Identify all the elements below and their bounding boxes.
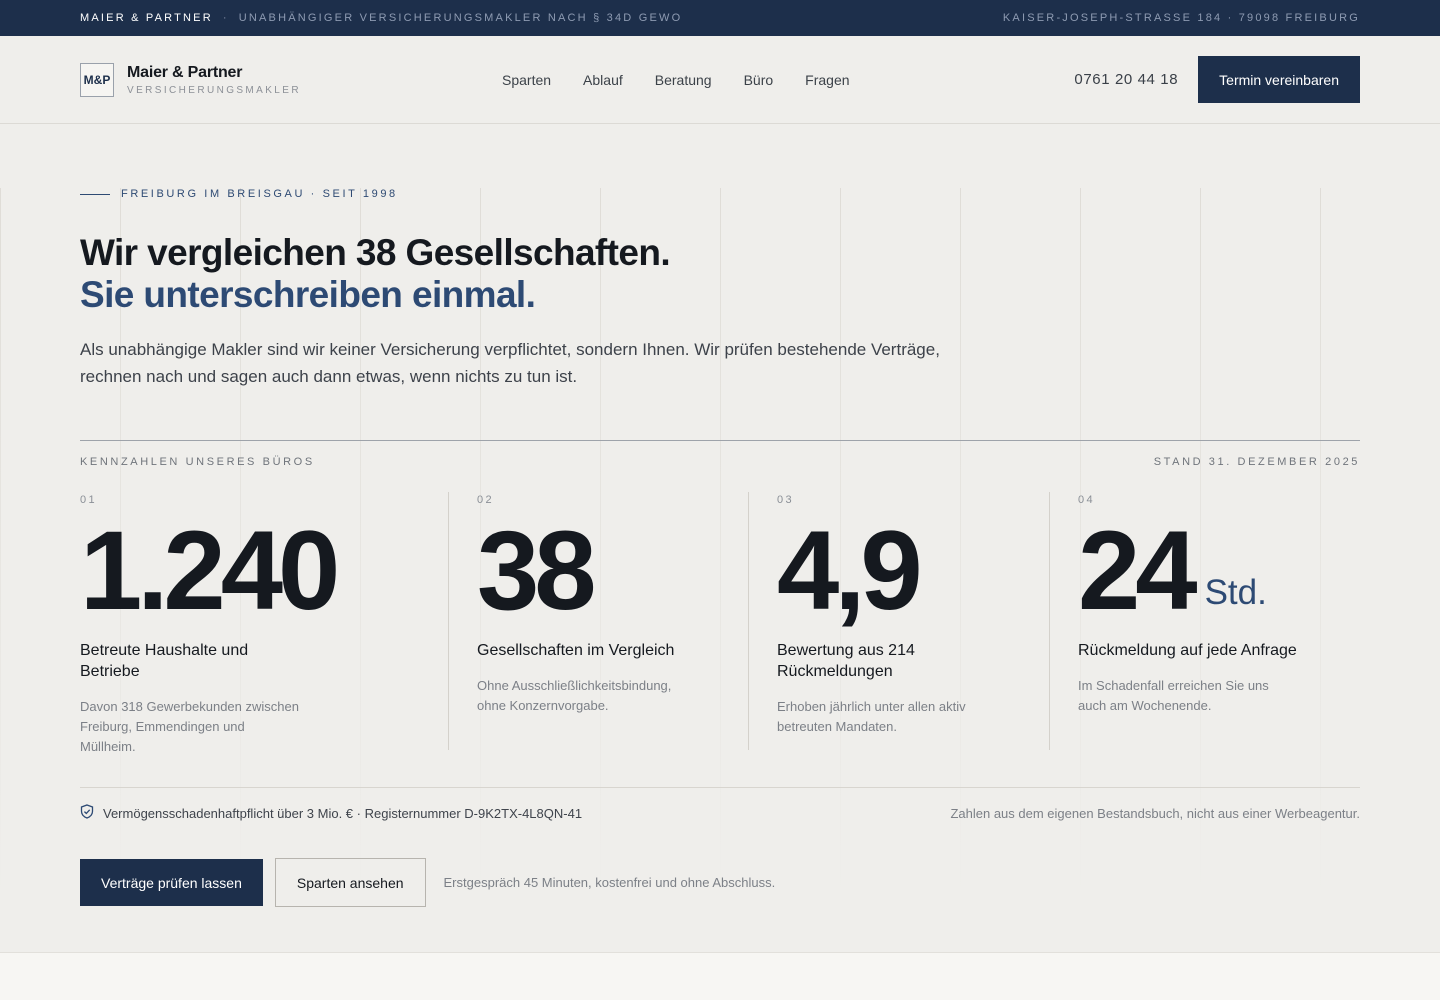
check-contracts-button[interactable]: Verträge prüfen lassen	[80, 859, 263, 906]
top-bar-left: MAIER & PARTNER · UNABHÄNGIGER VERSICHER…	[80, 12, 682, 24]
stat-title: Gesellschaften im Vergleich	[477, 642, 675, 659]
stat-number: 24	[1078, 508, 1198, 633]
headline-line-2: Sie unterschreiben einmal.	[80, 274, 536, 315]
nav-link-fragen[interactable]: Fragen	[805, 72, 849, 88]
stat-companies: 02 38 Gesellschaften im Vergleich Ohne A…	[448, 492, 748, 750]
eyebrow-dash	[80, 193, 110, 195]
stat-index: 02	[477, 494, 495, 506]
stat-description: Ohne Ausschließlichkeitsbindung, ohne Ko…	[477, 678, 672, 713]
stat-description: Erhoben jährlich unter allen aktiv betre…	[777, 699, 966, 734]
eyebrow: FREIBURG IM BREISGAU · SEIT 1998	[80, 188, 1360, 200]
stat-description: Davon 318 Gewerbekunden zwischen Freibur…	[80, 699, 299, 754]
stat-value: 1.240	[80, 508, 448, 633]
stats-grid: 01 1.240 Betreute Haushalte und Betriebe…	[80, 492, 1360, 754]
eyebrow-text: FREIBURG IM BREISGAU · SEIT 1998	[121, 188, 398, 200]
source-note: Zahlen aus dem eigenen Bestandsbuch, nic…	[950, 805, 1360, 821]
stat-number: 4,9	[777, 508, 923, 633]
cta-note: Erstgespräch 45 Minuten, kostenfrei und …	[443, 875, 776, 890]
top-bar-brand: MAIER & PARTNER	[80, 12, 213, 24]
top-bar-separator: ·	[222, 12, 229, 24]
stat-title: Rückmeldung auf jede Anfrage	[1078, 642, 1297, 659]
logo-mark: M&P	[80, 62, 114, 97]
headline: Wir vergleichen 38 Gesellschaften. Sie u…	[80, 232, 1360, 316]
site-header: M&P Maier & Partner VERSICHERUNGSMAKLER …	[0, 36, 1440, 124]
shield-check-icon	[80, 804, 94, 822]
stat-value: 38	[477, 508, 748, 633]
logo-text: Maier & Partner VERSICHERUNGSMAKLER	[127, 64, 301, 96]
logo[interactable]: M&P Maier & Partner VERSICHERUNGSMAKLER	[80, 62, 420, 97]
cta-row: Verträge prüfen lassen Sparten ansehen E…	[80, 858, 1360, 907]
lead-text: Als unabhängige Makler sind wir keiner V…	[80, 340, 940, 386]
nav-link-buero[interactable]: Büro	[744, 72, 774, 88]
stat-number: 1.240	[80, 508, 340, 633]
stat-rating: 03 4,9 Bewertung aus 214 Rückmeldungen E…	[748, 492, 1049, 750]
nav-link-sparten[interactable]: Sparten	[502, 72, 551, 88]
stat-title: Betreute Haushalte und Betriebe	[80, 642, 249, 680]
hero-content: FREIBURG IM BREISGAU · SEIT 1998 Wir ver…	[0, 188, 1440, 907]
phone-link[interactable]: 0761 20 44 18	[1074, 71, 1178, 88]
headline-line-1: Wir vergleichen 38 Gesellschaften.	[80, 232, 671, 273]
header-actions: 0761 20 44 18 Termin vereinbaren	[1074, 56, 1360, 103]
logo-subtitle: VERSICHERUNGSMAKLER	[127, 84, 301, 96]
stats-heading: KENNZAHLEN UNSERES BÜROS	[80, 456, 315, 468]
top-bar: MAIER & PARTNER · UNABHÄNGIGER VERSICHER…	[0, 0, 1440, 36]
stat-index: 01	[80, 494, 98, 506]
stat-response-time: 04 24 Std. Rückmeldung auf jede Anfrage …	[1049, 492, 1360, 750]
logo-name: Maier & Partner	[127, 63, 243, 81]
stat-value: 4,9	[777, 508, 1049, 633]
view-lines-button[interactable]: Sparten ansehen	[274, 858, 426, 907]
stat-households: 01 1.240 Betreute Haushalte und Betriebe…	[80, 492, 448, 754]
stats-date: STAND 31. DEZEMBER 2025	[1153, 456, 1360, 468]
main-nav: Sparten Ablauf Beratung Büro Fragen	[502, 36, 850, 124]
stat-title: Bewertung aus 214 Rückmeldungen	[777, 642, 915, 680]
next-section	[0, 952, 1440, 1000]
stat-number: 38	[477, 508, 597, 633]
liability-badge: Vermögensschadenhaftpflicht über 3 Mio. …	[80, 804, 582, 822]
nav-link-ablauf[interactable]: Ablauf	[583, 72, 623, 88]
book-appointment-button[interactable]: Termin vereinbaren	[1198, 56, 1360, 103]
stats-header: KENNZAHLEN UNSERES BÜROS STAND 31. DEZEM…	[80, 440, 1360, 468]
stat-value: 24 Std.	[1078, 508, 1360, 633]
top-bar-tagline: UNABHÄNGIGER VERSICHERUNGSMAKLER NACH § …	[238, 12, 683, 24]
liability-text: Vermögensschadenhaftpflicht über 3 Mio. …	[103, 805, 583, 821]
top-bar-address: KAISER-JOSEPH-STRASSE 184 · 79098 FREIBU…	[1002, 12, 1360, 24]
stat-index: 03	[777, 494, 795, 506]
stat-description: Im Schadenfall erreichen Sie uns auch am…	[1078, 678, 1269, 713]
trust-line: Vermögensschadenhaftpflicht über 3 Mio. …	[80, 787, 1360, 822]
stat-index: 04	[1078, 494, 1096, 506]
hero-section: FREIBURG IM BREISGAU · SEIT 1998 Wir ver…	[0, 188, 1440, 1000]
stat-unit: Std.	[1204, 573, 1267, 612]
nav-link-beratung[interactable]: Beratung	[655, 72, 712, 88]
